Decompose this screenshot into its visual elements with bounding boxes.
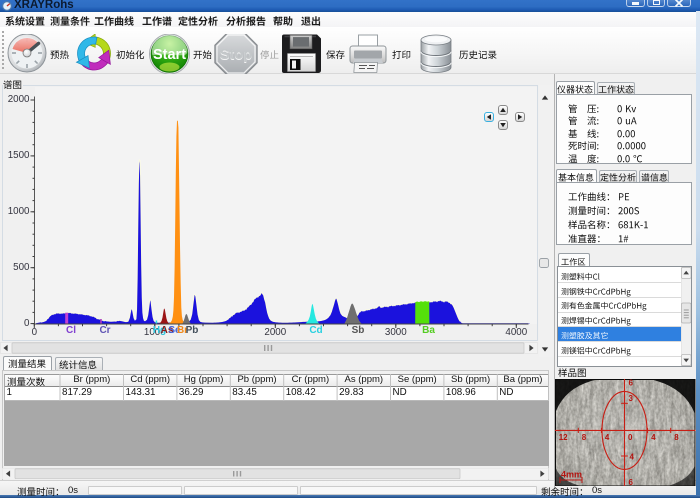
svg-text:8: 8 bbox=[582, 432, 587, 441]
svg-text:4: 4 bbox=[605, 432, 610, 441]
svg-text:0: 0 bbox=[628, 432, 633, 441]
svg-text:6: 6 bbox=[629, 379, 634, 388]
svg-text:4: 4 bbox=[651, 432, 656, 441]
svg-text:4mm: 4mm bbox=[561, 469, 582, 479]
svg-text:3: 3 bbox=[629, 393, 634, 402]
svg-text:4: 4 bbox=[630, 452, 635, 461]
svg-text:6: 6 bbox=[629, 478, 634, 487]
svg-text:8: 8 bbox=[674, 432, 679, 441]
svg-text:12: 12 bbox=[559, 432, 568, 441]
